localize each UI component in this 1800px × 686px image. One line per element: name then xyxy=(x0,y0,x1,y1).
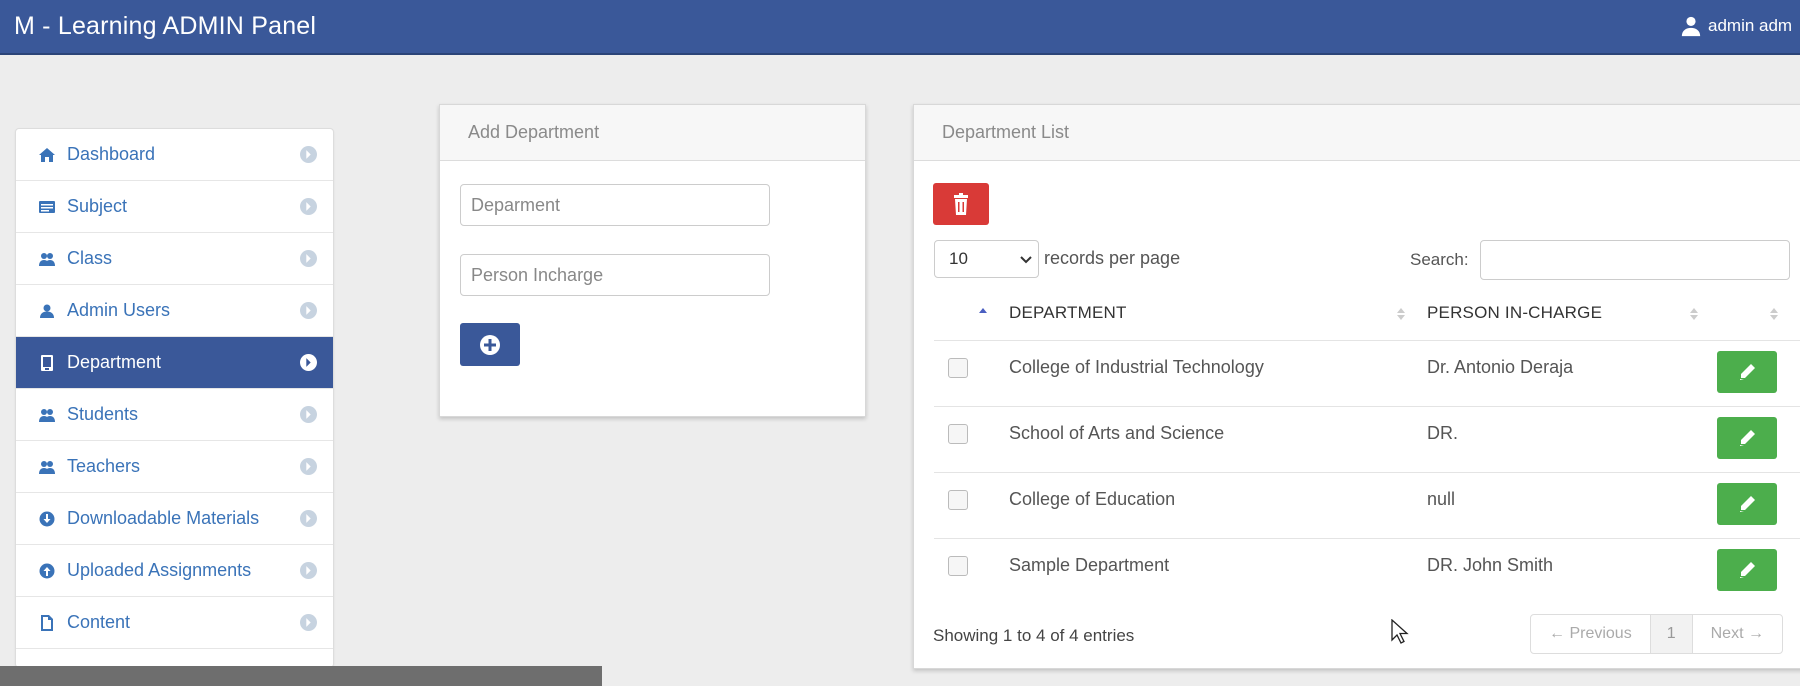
download-icon xyxy=(38,510,56,528)
pencil-icon xyxy=(1740,364,1755,380)
top-navbar: M - Learning ADMIN Panel xyxy=(0,0,1800,55)
next-page-button[interactable]: Next → xyxy=(1693,615,1782,653)
sidebar-item-class[interactable]: Class xyxy=(16,233,333,285)
user-icon xyxy=(38,302,56,320)
sidebar-item-subject[interactable]: Subject xyxy=(16,181,333,233)
records-per-page-select[interactable]: 10 xyxy=(934,240,1039,278)
panel-title: Department List xyxy=(914,105,1800,161)
sidebar-item-label: Downloadable Materials xyxy=(67,508,260,528)
sidebar-item-students[interactable]: Students xyxy=(16,389,333,441)
user-menu[interactable]: admin adm xyxy=(1680,15,1792,37)
row-divider xyxy=(934,340,1800,341)
list-icon xyxy=(38,198,56,216)
user-icon xyxy=(1681,16,1701,37)
sidebar-item-label: Admin Users xyxy=(67,300,171,320)
sort-icon[interactable] xyxy=(1689,306,1699,322)
department-list-panel: Department List 10 records per page Sear… xyxy=(913,104,1800,669)
trash-icon xyxy=(954,193,968,215)
row-checkbox[interactable] xyxy=(948,424,968,444)
sidebar-item-teachers[interactable]: Teachers xyxy=(16,441,333,493)
sort-icon[interactable] xyxy=(1396,306,1406,322)
edit-button[interactable] xyxy=(1717,351,1777,393)
sidebar: Dashboard Subject Class Admin Users Depa… xyxy=(15,128,334,668)
column-header-department[interactable]: DEPARTMENT xyxy=(1009,303,1127,323)
chevron-right-circle-icon xyxy=(300,458,317,475)
search-label: Search: xyxy=(1410,250,1469,269)
panel-title: Add Department xyxy=(440,105,865,161)
sidebar-item-uploaded-assignments[interactable]: Uploaded Assignments xyxy=(16,545,333,597)
edit-button[interactable] xyxy=(1717,549,1777,591)
search-input[interactable] xyxy=(1480,240,1790,280)
sidebar-item-label: Class xyxy=(67,248,113,268)
app-title[interactable]: M - Learning ADMIN Panel xyxy=(0,12,316,41)
sidebar-item-label: Teachers xyxy=(67,456,141,476)
chevron-right-circle-icon xyxy=(300,146,317,163)
table-info: Showing 1 to 4 of 4 entries xyxy=(933,626,1135,645)
chevron-right-circle-icon xyxy=(300,250,317,267)
person-cell: null xyxy=(1427,489,1456,509)
department-cell: Sample Department xyxy=(1009,555,1170,575)
records-per-page-label: records per page xyxy=(1044,248,1181,268)
users-icon xyxy=(38,406,56,424)
row-divider xyxy=(934,538,1800,539)
plus-circle-icon xyxy=(480,334,500,355)
users-icon xyxy=(38,458,56,476)
column-header-person-incharge[interactable]: PERSON IN-CHARGE xyxy=(1427,303,1602,323)
chevron-right-circle-icon xyxy=(300,354,317,371)
department-cell: School of Arts and Science xyxy=(1009,423,1225,443)
video-overlay-bar xyxy=(0,666,602,686)
person-cell: Dr. Antonio Deraja xyxy=(1427,357,1574,377)
sidebar-item-dashboard[interactable]: Dashboard xyxy=(16,129,333,181)
previous-page-button[interactable]: ← Previous xyxy=(1531,615,1651,653)
department-input[interactable] xyxy=(460,184,770,226)
sidebar-item-label: Dashboard xyxy=(67,144,156,164)
chevron-right-circle-icon xyxy=(300,198,317,215)
building-icon xyxy=(38,354,56,372)
chevron-right-circle-icon xyxy=(300,406,317,423)
sidebar-item-department[interactable]: Department xyxy=(16,337,333,389)
row-checkbox[interactable] xyxy=(948,490,968,510)
page-1-button[interactable]: 1 xyxy=(1650,615,1693,653)
sidebar-item-content[interactable]: Content xyxy=(16,597,333,649)
sidebar-item-label: Uploaded Assignments xyxy=(67,560,252,580)
add-department-button[interactable] xyxy=(460,323,520,366)
row-checkbox[interactable] xyxy=(948,358,968,378)
home-icon xyxy=(38,146,56,164)
sort-icon[interactable] xyxy=(1769,306,1779,322)
row-divider xyxy=(934,406,1800,407)
row-divider xyxy=(934,472,1800,473)
sidebar-item-label: Subject xyxy=(67,196,128,216)
mouse-cursor-icon xyxy=(1391,619,1409,644)
sidebar-item-admin-users[interactable]: Admin Users xyxy=(16,285,333,337)
chevron-right-circle-icon xyxy=(300,510,317,527)
sidebar-item-label: Content xyxy=(67,612,131,632)
person-cell: DR. John Smith xyxy=(1427,555,1554,575)
records-per-page-value: 10 xyxy=(949,249,968,268)
department-cell: College of Industrial Technology xyxy=(1009,357,1264,377)
sort-asc-icon[interactable] xyxy=(978,306,988,322)
chevron-right-circle-icon xyxy=(300,614,317,631)
department-cell: College of Education xyxy=(1009,489,1176,509)
delete-button[interactable] xyxy=(933,183,989,225)
pencil-icon xyxy=(1740,562,1755,578)
sidebar-item-downloadable-materials[interactable]: Downloadable Materials xyxy=(16,493,333,545)
pencil-icon xyxy=(1740,496,1755,512)
add-department-panel: Add Department xyxy=(439,104,866,417)
upload-icon xyxy=(38,562,56,580)
edit-button[interactable] xyxy=(1717,417,1777,459)
chevron-right-circle-icon xyxy=(300,562,317,579)
users-icon xyxy=(38,250,56,268)
edit-button[interactable] xyxy=(1717,483,1777,525)
user-name: admin adm xyxy=(1708,16,1793,35)
sidebar-item-label: Students xyxy=(67,404,139,424)
row-checkbox[interactable] xyxy=(948,556,968,576)
file-icon xyxy=(38,614,56,632)
person-cell: DR. xyxy=(1427,423,1458,443)
pencil-icon xyxy=(1740,430,1755,446)
person-incharge-input[interactable] xyxy=(460,254,770,296)
sidebar-item-label: Department xyxy=(67,352,162,372)
chevron-down-icon xyxy=(1020,256,1032,264)
pagination: ← Previous 1 Next → xyxy=(1530,614,1783,654)
chevron-right-circle-icon xyxy=(300,302,317,319)
